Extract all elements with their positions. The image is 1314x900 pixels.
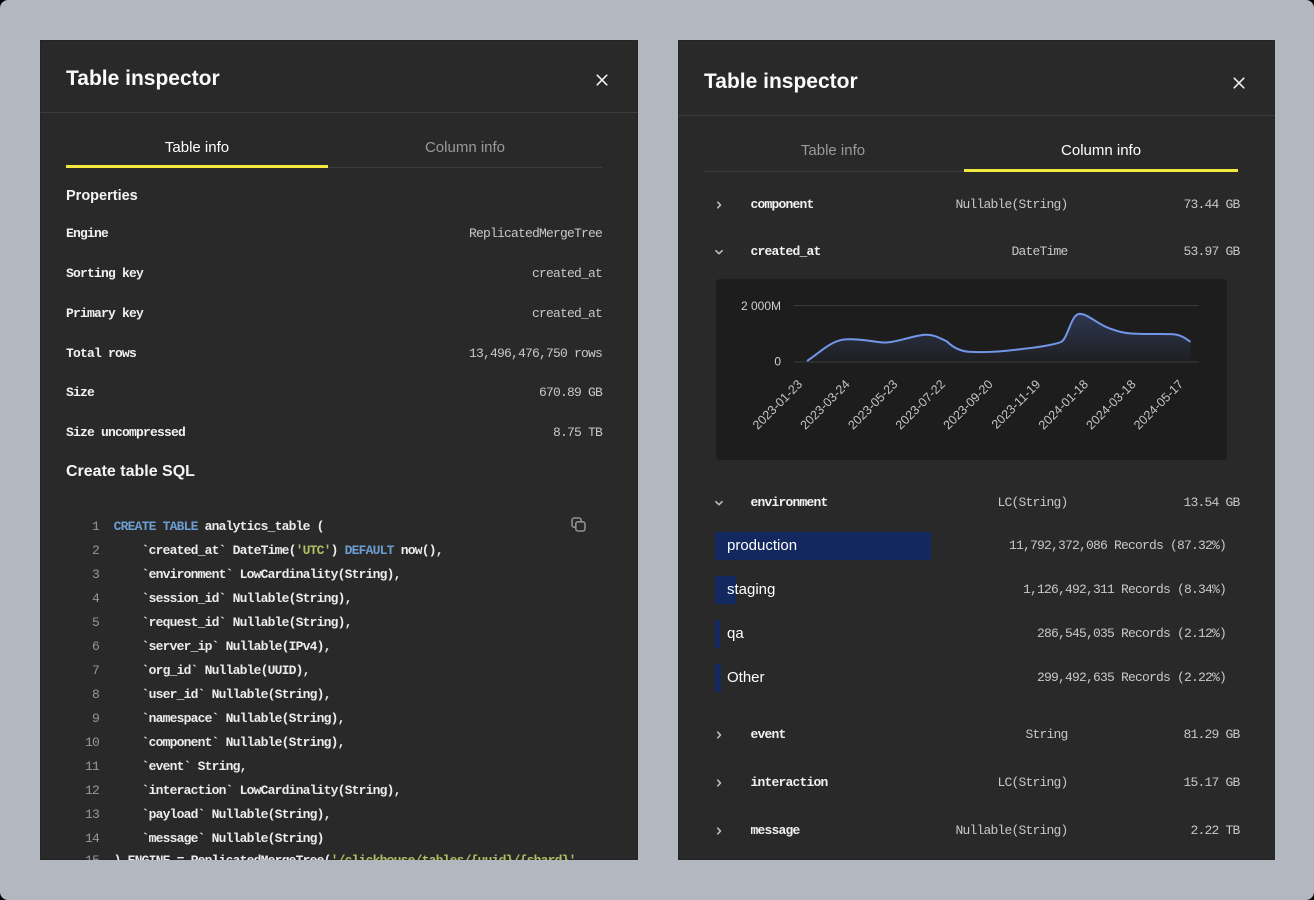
- svg-text:0: 0: [774, 355, 781, 369]
- svg-text:2 000M: 2 000M: [741, 299, 781, 313]
